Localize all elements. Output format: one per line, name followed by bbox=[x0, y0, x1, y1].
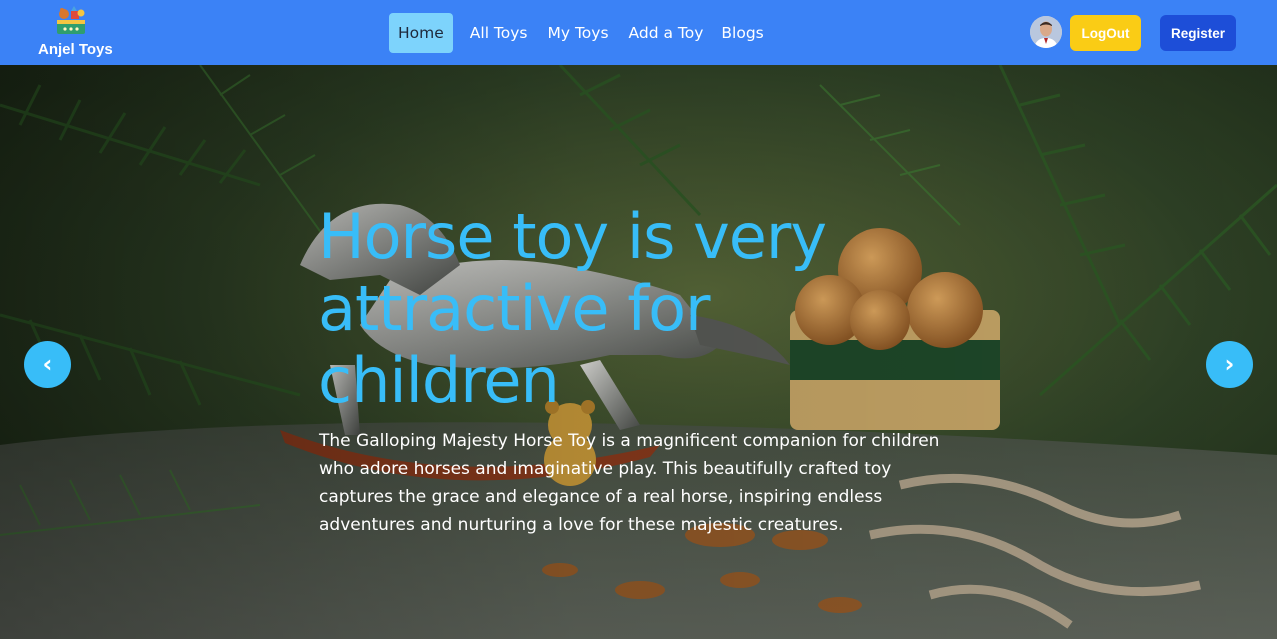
main-nav: Home All Toys My Toys Add a Toy Blogs bbox=[389, 13, 773, 53]
carousel-next-button[interactable]: › bbox=[1206, 341, 1253, 388]
register-button[interactable]: Register bbox=[1160, 15, 1236, 51]
nav-my-toys[interactable]: My Toys bbox=[537, 13, 620, 53]
hero-title: Horse toy is very attractive for childre… bbox=[318, 200, 827, 417]
logout-button[interactable]: LogOut bbox=[1070, 15, 1141, 51]
toy-basket-icon bbox=[57, 6, 85, 34]
nav-home[interactable]: Home bbox=[389, 13, 453, 53]
nav-add-toy[interactable]: Add a Toy bbox=[620, 13, 713, 53]
navbar: Anjel Toys Home All Toys My Toys Add a T… bbox=[0, 0, 1277, 65]
hero-description: The Galloping Majesty Horse Toy is a mag… bbox=[319, 431, 940, 535]
brand-name: Anjel Toys bbox=[38, 41, 113, 58]
nav-all-toys[interactable]: All Toys bbox=[461, 13, 537, 53]
carousel-prev-button[interactable]: ‹ bbox=[24, 341, 71, 388]
user-avatar[interactable] bbox=[1030, 16, 1062, 48]
avatar-icon bbox=[1030, 16, 1062, 48]
hero-carousel: Horse toy is very attractive for childre… bbox=[0, 65, 1277, 639]
nav-blogs[interactable]: Blogs bbox=[712, 13, 772, 53]
brand[interactable]: Anjel Toys bbox=[38, 4, 118, 62]
